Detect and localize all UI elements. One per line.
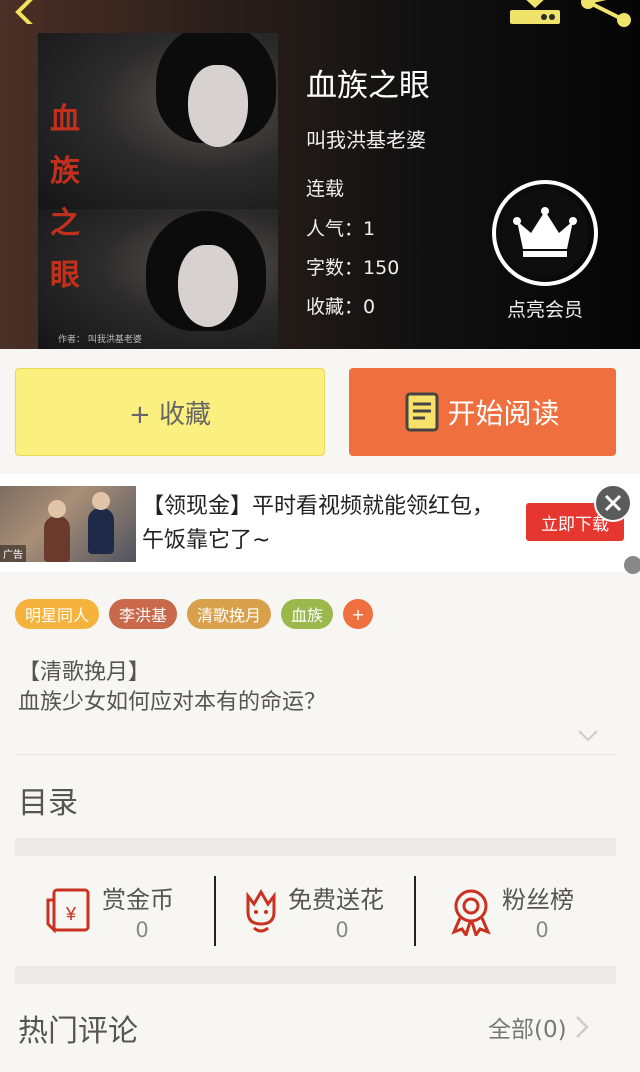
- chevron-right-icon: [575, 1016, 589, 1038]
- vip-label[interactable]: 点亮会员: [488, 295, 602, 322]
- share-icon[interactable]: [580, 0, 632, 28]
- collect-button[interactable]: + 收藏: [15, 368, 325, 456]
- close-icon[interactable]: [594, 484, 632, 522]
- start-reading-button[interactable]: 开始阅读: [349, 368, 616, 456]
- tag-list: 明星同人 李洪基 清歌挽月 血族 +: [15, 599, 374, 629]
- divider: [214, 876, 216, 946]
- book-icon: [405, 392, 439, 432]
- tag[interactable]: 清歌挽月: [187, 599, 272, 629]
- book-title: 血族之眼: [306, 68, 430, 104]
- back-arrow-icon[interactable]: [6, 0, 42, 24]
- tag[interactable]: 李洪基: [109, 599, 178, 629]
- download-icon[interactable]: [508, 0, 562, 26]
- reward-value: 0: [535, 918, 549, 942]
- hot-comments-title: 热门评论: [18, 1014, 138, 1049]
- chevron-down-icon[interactable]: [576, 728, 600, 744]
- cover-title: 血 族 之 眼: [50, 102, 80, 293]
- book-author[interactable]: 叫我洪基老婆: [306, 124, 426, 153]
- ad-tag: 广告: [0, 545, 26, 562]
- reward-value: 0: [335, 918, 349, 942]
- ad-text[interactable]: 【领现金】平时看视频就能领红包，午饭靠它了~: [142, 490, 502, 558]
- reward-gold-coins[interactable]: ¥ 赏金币 0: [44, 876, 214, 946]
- popularity-stat: 人气：1: [306, 218, 376, 240]
- section-separator: [15, 966, 616, 984]
- tag[interactable]: 明星同人: [15, 599, 100, 629]
- word-count-stat: 字数：150: [306, 257, 400, 279]
- reward-label: 赏金币: [102, 886, 174, 914]
- reward-label: 粉丝榜: [502, 886, 574, 914]
- crown-icon: [513, 207, 577, 257]
- favorites-stat: 收藏：0: [306, 296, 376, 318]
- svg-text:¥: ¥: [65, 904, 77, 924]
- divider: [15, 754, 616, 755]
- flower-icon: [246, 889, 276, 933]
- red-envelope-icon: ¥: [46, 888, 90, 934]
- add-tag-button[interactable]: +: [343, 599, 374, 629]
- ad-source-icon: [624, 556, 640, 574]
- book-intro: 【清歌挽月】 血族少女如何应对本有的命运？: [18, 658, 618, 718]
- book-header: 血 族 之 眼 作者： 叫我洪基老婆 血族之眼 叫我洪基老婆 连载 人气：1 字…: [0, 0, 640, 349]
- reward-fan-ranking[interactable]: 粉丝榜 0: [446, 876, 616, 946]
- reward-value: 0: [135, 918, 149, 942]
- start-reading-label: 开始阅读: [447, 397, 560, 430]
- section-separator: [15, 838, 616, 856]
- book-status: 连载: [306, 178, 345, 200]
- intro-line: 【清歌挽月】: [18, 660, 151, 685]
- vip-button[interactable]: [492, 180, 598, 286]
- divider: [414, 876, 416, 946]
- reward-label: 免费送花: [288, 886, 384, 914]
- ad-image[interactable]: 广告: [0, 486, 136, 562]
- medal-icon: [451, 889, 491, 936]
- tag[interactable]: 血族: [281, 599, 334, 629]
- all-comments-label: 全部(0): [488, 1017, 567, 1043]
- book-cover[interactable]: 血 族 之 眼 作者： 叫我洪基老婆: [38, 33, 278, 349]
- reward-free-flowers[interactable]: 免费送花 0: [236, 876, 414, 946]
- intro-line: 血族少女如何应对本有的命运？: [18, 690, 327, 715]
- table-of-contents[interactable]: 目录: [18, 778, 78, 822]
- all-comments-link[interactable]: 全部(0): [488, 1010, 589, 1044]
- cover-author: 作者： 叫我洪基老婆: [58, 335, 142, 345]
